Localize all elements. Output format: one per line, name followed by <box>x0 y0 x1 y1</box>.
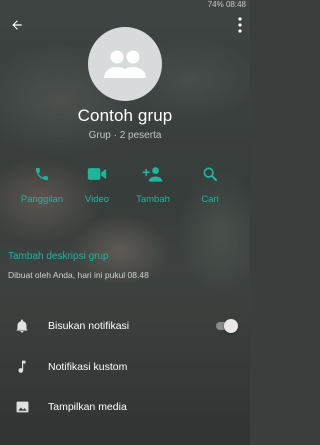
search-button[interactable]: Cari <box>182 163 238 205</box>
add-participant-button[interactable]: Tambah <box>125 163 181 205</box>
phone-icon <box>34 163 50 185</box>
group-subtitle: Grup · 2 peserta <box>88 130 162 141</box>
show-media-label: Tampilkan media <box>48 401 127 413</box>
more-vert-icon <box>238 17 242 33</box>
action-bar: Panggilan Video Tambah Cari <box>0 163 250 213</box>
back-button[interactable] <box>6 14 28 36</box>
add-participant-label: Tambah <box>136 194 170 205</box>
show-media-row[interactable]: Tampilkan media <box>0 390 250 424</box>
search-icon <box>202 163 218 185</box>
mute-toggle[interactable] <box>214 319 238 333</box>
video-call-label: Video <box>84 194 110 205</box>
group-name[interactable]: Contoh grup <box>0 106 250 126</box>
custom-notifications-row[interactable]: Notifikasi kustom <box>0 350 250 384</box>
arrow-left-icon <box>12 20 22 30</box>
status-bar: 74% 08:48 <box>0 0 250 9</box>
add-description-link[interactable]: Tambah deskripsi grup <box>8 251 109 262</box>
notifications-icon <box>14 318 30 334</box>
created-info: Dibuat oleh Anda, hari ini pukul 08.48 <box>8 270 149 280</box>
video-call-button[interactable]: Video <box>69 163 125 205</box>
person-add-icon <box>142 163 164 185</box>
custom-notifications-label: Notifikasi kustom <box>48 361 128 373</box>
search-label: Cari <box>201 194 219 205</box>
group-avatar[interactable] <box>88 27 162 101</box>
more-options-button[interactable] <box>232 14 248 36</box>
music-note-icon <box>14 359 30 375</box>
group-icon <box>104 50 146 78</box>
voice-call-button[interactable]: Panggilan <box>14 163 70 205</box>
mute-toggle-thumb <box>224 319 238 333</box>
voice-call-label: Panggilan <box>20 194 64 205</box>
status-text: 74% 08:48 <box>207 0 246 9</box>
mute-notifications-row[interactable]: Bisukan notifikasi <box>0 309 250 343</box>
videocam-icon <box>87 163 107 185</box>
mute-notifications-label: Bisukan notifikasi <box>48 320 130 332</box>
image-icon <box>14 399 30 415</box>
